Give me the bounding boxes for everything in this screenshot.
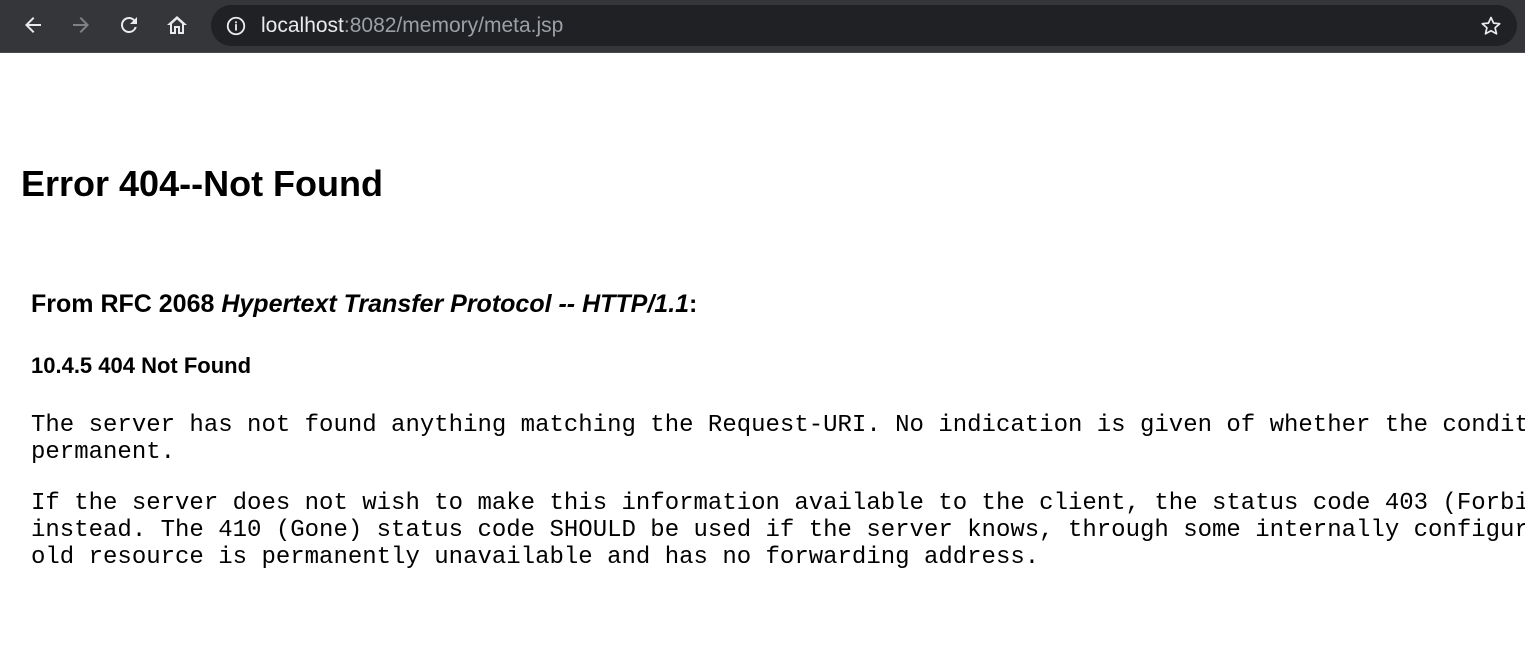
reload-button[interactable]: [113, 9, 145, 41]
rfc-title: Hypertext Transfer Protocol -- HTTP/1.1: [221, 290, 690, 318]
info-icon[interactable]: [225, 15, 247, 37]
rfc-suffix: :: [689, 290, 698, 318]
rfc-prefix: From RFC 2068: [31, 290, 222, 318]
home-button[interactable]: [161, 9, 193, 41]
paragraph-line: old resource is permanently unavailable …: [31, 544, 1040, 571]
paragraph-line: The server has not found anything matchi…: [31, 412, 1525, 439]
home-icon: [167, 16, 187, 34]
page-viewport: Error 404--Not Found From RFC 2068 Hyper…: [0, 54, 1525, 652]
paragraph-line: permanent.: [31, 439, 176, 466]
paragraph-forbidden: If the server does not wish to make this…: [31, 490, 1525, 571]
page-title: Error 404--Not Found: [21, 163, 384, 204]
forward-arrow-icon: [73, 17, 89, 33]
section-heading: 10.4.5 404 Not Found: [31, 353, 252, 378]
back-button[interactable]: [17, 9, 49, 41]
browser-toolbar: localhost:8082/memory/meta.jsp: [0, 0, 1525, 53]
star-icon[interactable]: [1479, 14, 1503, 38]
paragraph-not-found: The server has not found anything matchi…: [31, 412, 1525, 466]
url-path: :8082/memory/meta.jsp: [343, 14, 564, 37]
paragraph-line: If the server does not wish to make this…: [31, 490, 1525, 517]
paragraph-line: instead. The 410 (Gone) status code SHOU…: [31, 517, 1525, 544]
address-bar[interactable]: localhost:8082/memory/meta.jsp: [211, 5, 1517, 46]
forward-button[interactable]: [65, 9, 97, 41]
reload-icon: [121, 17, 137, 33]
rfc-heading: From RFC 2068 Hypertext Transfer Protoco…: [31, 288, 697, 320]
url-text[interactable]: localhost:8082/memory/meta.jsp: [261, 14, 563, 38]
url-host: localhost: [261, 14, 344, 37]
back-arrow-icon: [25, 17, 41, 33]
